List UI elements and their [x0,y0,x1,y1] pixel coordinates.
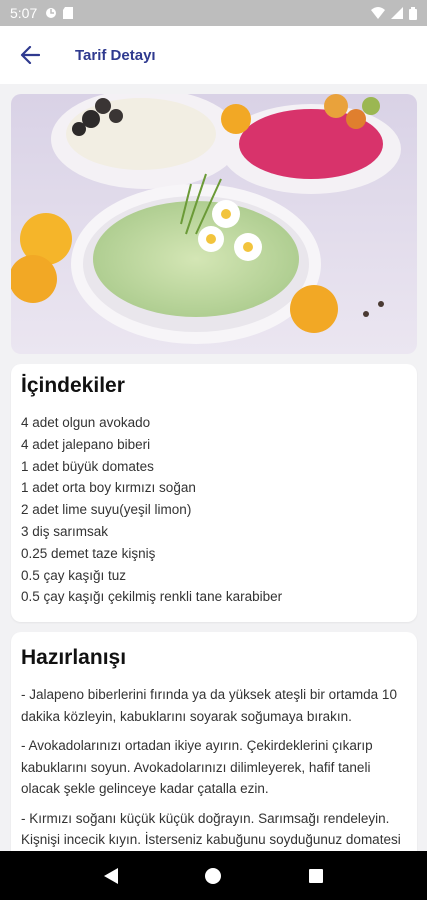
ingredient-item: 2 adet lime suyu(yeşil limon) [21,502,192,518]
ingredient-item: 3 diş sarımsak [21,523,109,539]
recents-square-icon [308,868,323,883]
recipe-image [11,94,417,354]
ingredient-item: 1 adet büyük domates [21,458,154,474]
ingredient-item: 0.25 demet taze kişniş [21,545,156,561]
ingredient-item: 4 adet jalepano biberi [21,436,151,452]
preparation-card: Hazırlanışı - Jalapeno biberlerini fırın… [11,632,417,862]
signal-icon [391,7,403,19]
nav-recents-button[interactable] [296,856,336,896]
ingredient-item: 0.5 çay kaşığı tuz [21,567,127,583]
ingredient-item: 4 adet olgun avokado [21,415,151,430]
ingredient-item: 0.5 çay kaşığı çekilmiş renkli tane kara… [21,589,283,605]
preparation-step: - Jalapeno biberlerini fırında ya da yük… [21,687,397,724]
nav-home-button[interactable] [193,856,233,896]
ingredients-list: 4 adet olgun avokado 4 adet jalepano bib… [21,412,407,608]
system-nav-bar [0,851,427,900]
battery-icon [409,6,417,20]
preparation-steps: - Jalapeno biberlerini fırında ya da yük… [21,684,407,862]
home-circle-icon [205,867,222,884]
status-notification-icons [45,7,74,19]
ingredient-item: 1 adet orta boy kırmızı soğan [21,480,196,496]
arrow-left-icon [20,46,40,64]
back-triangle-icon [104,867,119,884]
status-bar: 5:07 [0,0,427,26]
sd-card-icon [63,7,74,19]
back-button[interactable] [0,26,60,84]
nav-back-button[interactable] [91,856,131,896]
ingredients-title: İçindekiler [21,374,125,397]
ingredients-card: İçindekiler 4 adet olgun avokado 4 adet … [11,364,417,622]
preparation-step: - Avokadolarınızı ortadan ikiye ayırın. … [21,738,373,796]
app-bar: Tarif Detayı [0,26,427,84]
page-title: Tarif Detayı [75,46,156,64]
preparation-title: Hazırlanışı [21,646,127,669]
sync-icon [46,8,57,18]
status-time: 5:07 [10,5,38,21]
wifi-icon [371,7,385,19]
